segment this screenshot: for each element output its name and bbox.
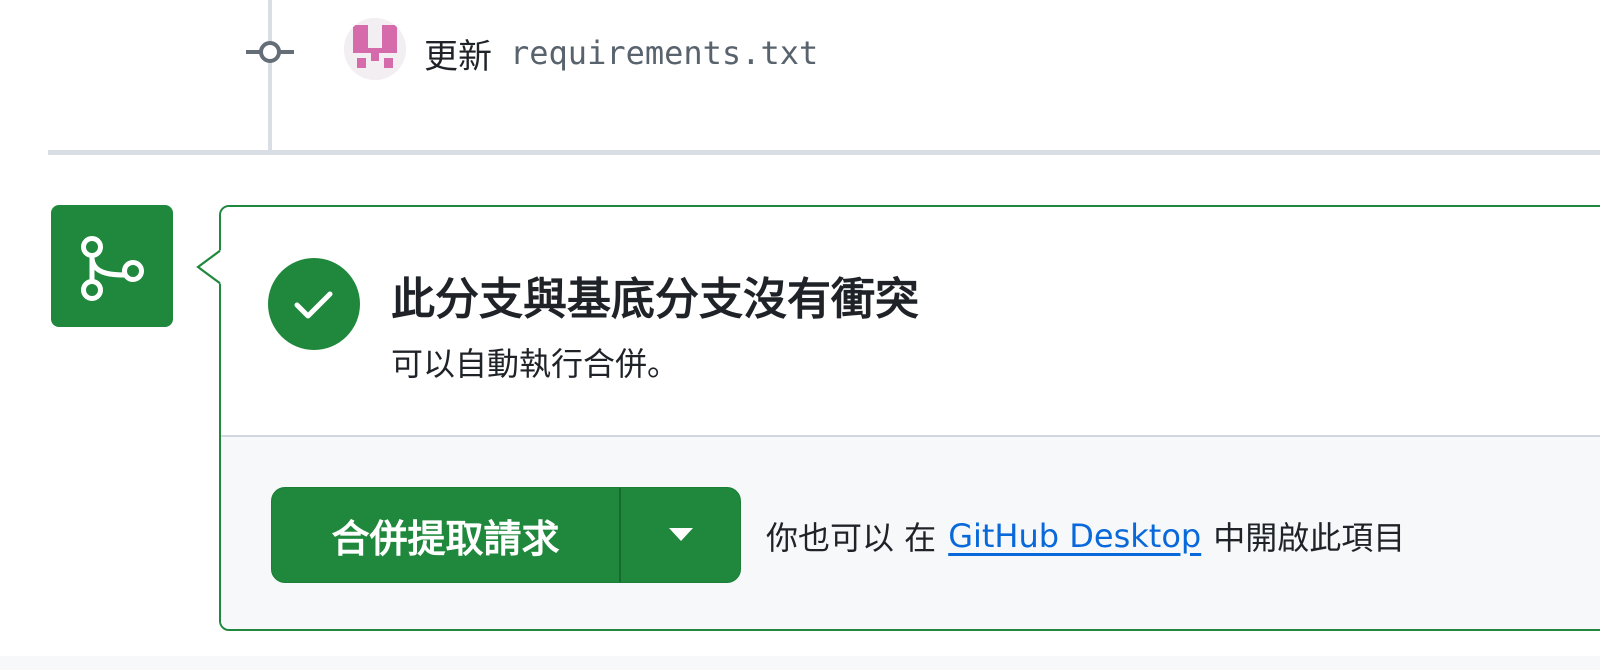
pull-request-page: 更新 requirements.txt 此分支與基底分支沒有衝突 可以自動執行合… — [0, 0, 1600, 670]
commit-file-name[interactable]: requirements.txt — [510, 34, 818, 72]
merge-status-title: 此分支與基底分支沒有衝突 — [391, 274, 919, 325]
merge-status-section: 此分支與基底分支沒有衝突 可以自動執行合併。 — [221, 207, 1600, 437]
merge-box-pointer — [196, 249, 226, 285]
commit-message[interactable]: 更新 requirements.txt — [424, 28, 818, 78]
triangle-down-icon — [668, 528, 693, 541]
timeline-divider — [48, 150, 1600, 155]
open-in-desktop-text: 你也可以 在 GitHub Desktop 中開啟此項目 — [766, 513, 1405, 559]
commit-author-avatar[interactable] — [344, 18, 406, 80]
open-in-desktop-suffix: 中開啟此項目 — [1213, 519, 1406, 557]
github-desktop-link[interactable]: GitHub Desktop — [948, 517, 1201, 555]
merge-actions-section: 合併提取請求 你也可以 在 GitHub Desktop 中開啟此項目 — [221, 437, 1600, 629]
page-footer-strip — [0, 656, 1600, 670]
merge-button-group: 合併提取請求 — [271, 487, 741, 583]
git-branch-merge-icon — [51, 205, 173, 327]
git-commit-icon — [246, 37, 294, 67]
merge-status-subtitle: 可以自動執行合併。 — [391, 345, 680, 383]
merge-method-dropdown-button[interactable] — [621, 488, 740, 582]
commit-verb: 更新 — [424, 36, 492, 77]
check-icon — [268, 258, 360, 350]
timeline-line — [268, 0, 272, 150]
merge-box: 此分支與基底分支沒有衝突 可以自動執行合併。 合併提取請求 你也可以 在 Git… — [219, 205, 1600, 631]
merge-pull-request-button[interactable]: 合併提取請求 — [272, 488, 621, 582]
open-in-desktop-prefix: 你也可以 在 — [766, 519, 937, 557]
